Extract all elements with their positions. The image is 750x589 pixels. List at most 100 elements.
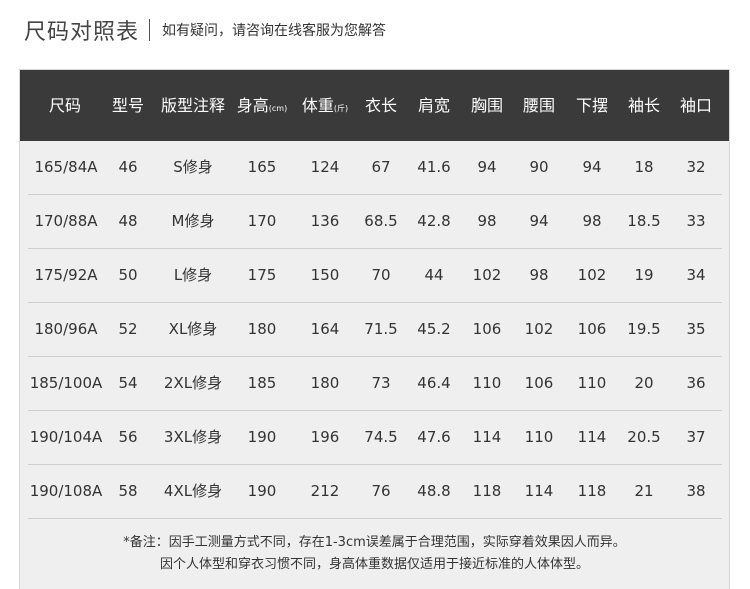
cell-hem: 118 (577, 482, 607, 500)
cell-weight: 180 (310, 374, 340, 392)
cell-hem: 94 (582, 158, 602, 176)
cell-height: 190 (247, 482, 277, 500)
table-row: 190/108A 58 4XL修身 190 212 76 48.8 118 114 118 21 38 (28, 465, 722, 519)
cell-fit: 3XL修身 (163, 428, 223, 446)
cell-hem: 114 (577, 428, 607, 446)
cell-chest: 94 (477, 158, 497, 176)
cell-model: 48 (118, 212, 138, 230)
column-header-label: 袖长 (627, 96, 660, 115)
cell-chest: 98 (477, 212, 497, 230)
column-header-label: 腰围 (522, 96, 555, 115)
page-title: 尺码对照表 (24, 20, 140, 45)
cell-hem: 110 (577, 374, 607, 392)
cell-waist: 102 (524, 320, 554, 338)
cell-size: 185/100A (29, 374, 103, 392)
table-row: 175/92A 50 L修身 175 150 70 44 102 98 102 19 34 (28, 249, 722, 303)
column-header-label: 下摆 (575, 96, 608, 115)
cell-waist: 110 (524, 428, 554, 446)
cell-weight: 150 (310, 266, 340, 284)
column-header-label: 袖口 (679, 96, 712, 115)
column-header-label: 尺码 (48, 96, 81, 115)
cell-fit: XL修身 (168, 320, 218, 338)
cell-weight: 124 (310, 158, 340, 176)
cell-cuff: 35 (686, 320, 706, 338)
cell-sleeve: 19.5 (627, 320, 661, 338)
cell-weight: 212 (310, 482, 340, 500)
column-header-size: 尺码 (27, 70, 103, 141)
cell-size: 180/96A (34, 320, 98, 338)
cell-chest: 102 (472, 266, 502, 284)
column-header-chest: 胸围 (461, 70, 513, 141)
title-divider (149, 19, 151, 41)
cell-hem: 106 (577, 320, 607, 338)
cell-sleeve: 18.5 (627, 212, 661, 230)
cell-length: 71.5 (364, 320, 398, 338)
cell-shoulder: 44 (424, 266, 444, 284)
cell-length: 70 (371, 266, 391, 284)
column-header-height: 身高(cm) (230, 70, 294, 141)
cell-height: 185 (247, 374, 277, 392)
cell-size: 165/84A (34, 158, 98, 176)
footnotes: *备注：因手工测量方式不同，存在1-3cm误差属于合理范围，实际穿着效果因人而异… (20, 532, 729, 576)
cell-cuff: 34 (686, 266, 706, 284)
cell-fit: L修身 (173, 266, 213, 284)
column-header-waist: 腰围 (513, 70, 565, 141)
cell-weight: 196 (310, 428, 340, 446)
column-header-unit: (cm) (268, 104, 288, 113)
cell-sleeve: 20.5 (627, 428, 661, 446)
table-row: 180/96A 52 XL修身 180 164 71.5 45.2 106 102 106 19.5… (28, 303, 722, 357)
column-header-label: 版型注释 (160, 96, 225, 115)
cell-height: 180 (247, 320, 277, 338)
cell-length: 73 (371, 374, 391, 392)
cell-height: 170 (247, 212, 277, 230)
column-header-label: 衣长 (364, 96, 397, 115)
cell-shoulder: 41.6 (417, 158, 451, 176)
cell-model: 46 (118, 158, 138, 176)
cell-sleeve: 18 (634, 158, 654, 176)
cell-model: 50 (118, 266, 138, 284)
cell-height: 165 (247, 158, 277, 176)
column-header-weight: 体重(斤) (293, 70, 357, 141)
cell-height: 190 (247, 428, 277, 446)
cell-shoulder: 42.8 (417, 212, 451, 230)
cell-cuff: 38 (686, 482, 706, 500)
cell-chest: 114 (472, 428, 502, 446)
cell-shoulder: 45.2 (417, 320, 451, 338)
cell-model: 56 (118, 428, 138, 446)
column-header-hem: 下摆 (566, 70, 618, 141)
page-header: 尺码对照表 如有疑问，请咨询在线客服为您解答 (24, 14, 386, 46)
cell-fit: S修身 (173, 158, 213, 176)
column-header-model: 型号 (104, 70, 152, 141)
cell-size: 170/88A (34, 212, 98, 230)
column-header-label: 胸围 (470, 96, 503, 115)
table-row: 185/100A 54 2XL修身 185 180 73 46.4 110 106 110 20 36 (28, 357, 722, 411)
cell-length: 74.5 (364, 428, 398, 446)
cell-chest: 106 (472, 320, 502, 338)
column-header-unit: (斤) (333, 104, 349, 113)
cell-shoulder: 46.4 (417, 374, 451, 392)
cell-size: 190/108A (29, 482, 103, 500)
cell-cuff: 33 (686, 212, 706, 230)
page-subtitle: 如有疑问，请咨询在线客服为您解答 (162, 23, 387, 39)
cell-hem: 98 (582, 212, 602, 230)
cell-size: 175/92A (34, 266, 98, 284)
column-header-sleeve: 袖长 (618, 70, 670, 141)
cell-weight: 136 (310, 212, 340, 230)
table-row: 190/104A 56 3XL修身 190 196 74.5 47.6 114 110 114 20… (28, 411, 722, 465)
cell-hem: 102 (577, 266, 607, 284)
cell-shoulder: 48.8 (417, 482, 451, 500)
footnote-line-1: *备注：因手工测量方式不同，存在1-3cm误差属于合理范围，实际穿着效果因人而异… (123, 535, 626, 550)
cell-waist: 98 (529, 266, 549, 284)
cell-fit: 2XL修身 (163, 374, 223, 392)
cell-model: 58 (118, 482, 138, 500)
cell-waist: 106 (524, 374, 554, 392)
cell-waist: 94 (529, 212, 549, 230)
cell-fit: 4XL修身 (163, 482, 223, 500)
column-header-cuff: 袖口 (670, 70, 722, 141)
cell-sleeve: 21 (634, 482, 654, 500)
column-header-shoulder: 肩宽 (408, 70, 460, 141)
column-header-label: 型号 (111, 96, 144, 115)
cell-height: 175 (247, 266, 277, 284)
cell-fit: M修身 (171, 212, 215, 230)
cell-cuff: 32 (686, 158, 706, 176)
